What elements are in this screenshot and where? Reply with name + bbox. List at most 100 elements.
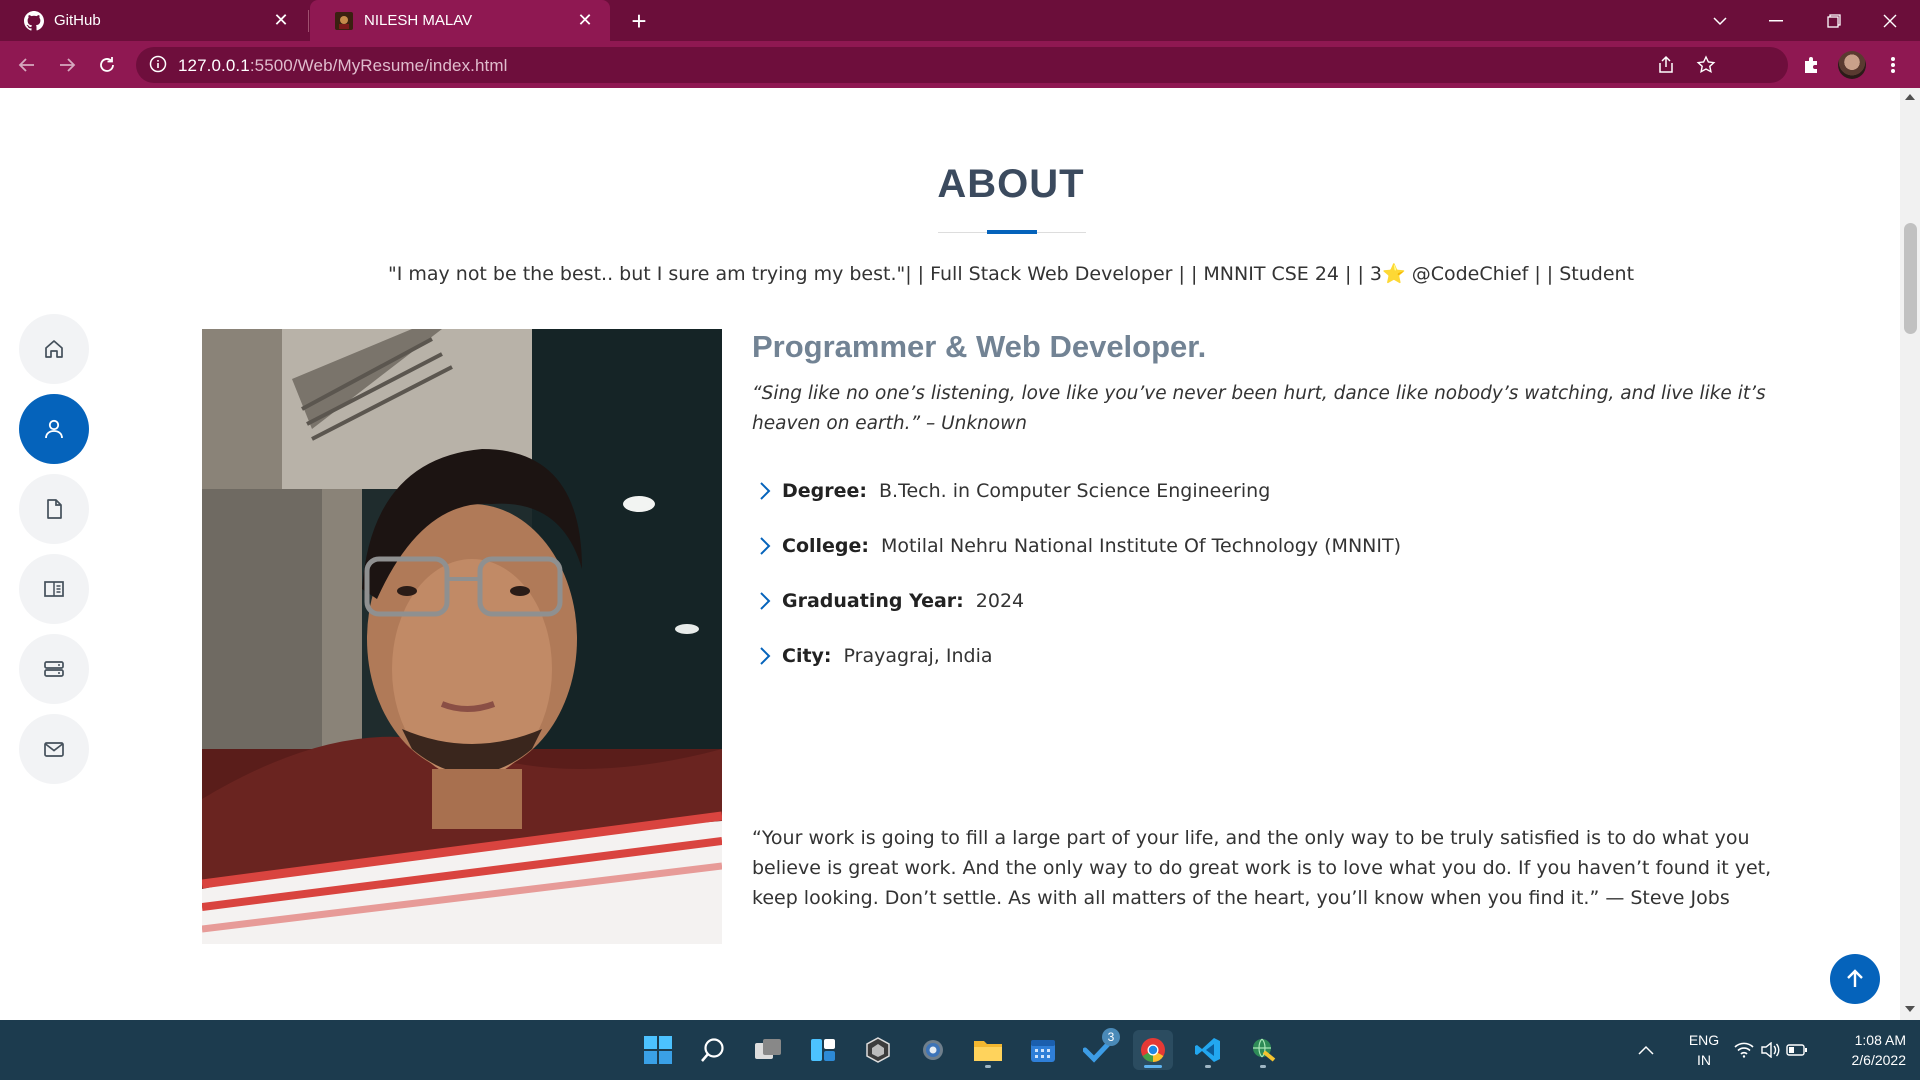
back-to-top-button[interactable] bbox=[1830, 954, 1880, 1004]
tab-github[interactable]: GitHub ✕ bbox=[0, 0, 306, 41]
quick-settings-button[interactable] bbox=[1734, 1020, 1810, 1080]
settings-app[interactable] bbox=[913, 1030, 953, 1070]
info-icon[interactable] bbox=[149, 55, 167, 77]
menu-button[interactable] bbox=[1876, 48, 1910, 82]
reload-button[interactable] bbox=[90, 48, 124, 82]
page-viewport: ABOUT "I may not be the best.. but I sur… bbox=[0, 88, 1900, 1020]
close-icon[interactable]: ✕ bbox=[270, 10, 292, 31]
scroll-down-arrow[interactable] bbox=[1905, 1006, 1915, 1012]
book-icon bbox=[44, 581, 64, 597]
chevron-down-icon bbox=[1713, 16, 1727, 25]
extensions-button[interactable] bbox=[1795, 48, 1829, 82]
nav-resume[interactable] bbox=[19, 474, 89, 544]
fact-value: Motilal Nehru National Institute Of Tech… bbox=[881, 535, 1401, 557]
task-view-icon bbox=[755, 1039, 781, 1059]
fact-degree: Degree: B.Tech. in Computer Science Engi… bbox=[754, 480, 1270, 502]
nav-portfolio[interactable] bbox=[19, 554, 89, 624]
file-explorer-app[interactable] bbox=[968, 1030, 1008, 1070]
star-icon[interactable] bbox=[1696, 55, 1716, 79]
restore-icon bbox=[1827, 13, 1841, 28]
battery-icon bbox=[1786, 1044, 1807, 1056]
fact-label: Degree: bbox=[782, 480, 867, 502]
share-icon[interactable] bbox=[1656, 55, 1676, 79]
close-window-button[interactable] bbox=[1862, 0, 1918, 41]
about-tagline: "I may not be the best.. but I sure am t… bbox=[387, 263, 1635, 285]
closing-quote: “Your work is going to fill a large part… bbox=[752, 827, 1772, 909]
chrome-icon bbox=[1141, 1038, 1165, 1062]
start-button[interactable] bbox=[638, 1030, 678, 1070]
fact-label: College: bbox=[782, 535, 869, 557]
forward-button[interactable] bbox=[50, 48, 84, 82]
fact-label: City: bbox=[782, 645, 832, 667]
running-indicator bbox=[1144, 1065, 1162, 1068]
minimize-icon bbox=[1769, 19, 1783, 21]
tab-divider bbox=[308, 10, 309, 32]
nav-contact[interactable] bbox=[19, 714, 89, 784]
chevron-right-icon bbox=[760, 537, 771, 555]
fact-label: Graduating Year: bbox=[782, 590, 964, 612]
tab-strip: GitHub ✕ NILESH MALAV ✕ + bbox=[0, 0, 1920, 41]
title-accent-bar bbox=[987, 230, 1037, 234]
show-hidden-icons-button[interactable] bbox=[1638, 1020, 1654, 1080]
close-icon[interactable]: ✕ bbox=[574, 10, 596, 31]
new-tab-button[interactable]: + bbox=[622, 4, 656, 38]
tab-title: GitHub bbox=[54, 12, 101, 29]
unity-icon bbox=[866, 1037, 890, 1063]
scroll-up-arrow[interactable] bbox=[1905, 94, 1915, 100]
arrow-left-icon bbox=[18, 58, 34, 72]
url-path: :5500/Web/MyResume/index.html bbox=[249, 56, 508, 75]
arrow-up-icon bbox=[1847, 969, 1863, 987]
windows-taskbar: 3 ENG IN 1:08 AM 2/6/2022 bbox=[0, 1020, 1920, 1080]
url-host: 127.0.0.1 bbox=[178, 56, 250, 75]
nav-services[interactable] bbox=[19, 634, 89, 704]
home-icon bbox=[45, 340, 63, 358]
wifi-icon bbox=[1734, 1042, 1754, 1058]
task-view-button[interactable] bbox=[748, 1030, 788, 1070]
network-app[interactable] bbox=[1243, 1030, 1283, 1070]
reload-icon bbox=[100, 57, 114, 72]
search-button[interactable] bbox=[693, 1030, 733, 1070]
nav-home[interactable] bbox=[19, 314, 89, 384]
nav-about[interactable] bbox=[19, 394, 89, 464]
profile-button[interactable] bbox=[1835, 48, 1869, 82]
clock-date: 2/6/2022 bbox=[1851, 1052, 1907, 1068]
tab-search-button[interactable] bbox=[1692, 0, 1748, 41]
arrow-right-icon bbox=[60, 58, 76, 72]
github-icon bbox=[24, 10, 44, 31]
chrome-app[interactable] bbox=[1133, 1030, 1173, 1070]
todo-app[interactable]: 3 bbox=[1078, 1028, 1120, 1070]
unity-app[interactable] bbox=[858, 1030, 898, 1070]
input-language-indicator[interactable]: ENG IN bbox=[1683, 1020, 1725, 1080]
back-button[interactable] bbox=[10, 48, 44, 82]
clock[interactable]: 1:08 AM 2/6/2022 bbox=[1826, 1020, 1907, 1080]
url-text: 127.0.0.1:5500/Web/MyResume/index.html bbox=[178, 56, 508, 76]
minimize-button[interactable] bbox=[1748, 0, 1804, 41]
chevron-right-icon bbox=[760, 592, 771, 610]
tab-title: NILESH MALAV bbox=[364, 12, 473, 29]
avatar bbox=[1838, 51, 1866, 79]
fact-value: B.Tech. in Computer Science Engineering bbox=[879, 480, 1271, 502]
restore-button[interactable] bbox=[1806, 0, 1862, 41]
running-indicator bbox=[1205, 1065, 1211, 1068]
scroll-thumb[interactable] bbox=[1904, 223, 1917, 334]
address-bar[interactable]: 127.0.0.1:5500/Web/MyResume/index.html bbox=[136, 47, 1788, 83]
calendar-app[interactable] bbox=[1023, 1030, 1063, 1070]
windows-icon bbox=[644, 1036, 672, 1064]
globe-icon bbox=[1253, 1038, 1276, 1062]
running-indicator bbox=[985, 1065, 991, 1068]
fact-value: 2024 bbox=[975, 590, 1025, 612]
page-scrollbar[interactable] bbox=[1900, 88, 1920, 1020]
vscode-app[interactable] bbox=[1188, 1030, 1228, 1070]
widgets-button[interactable] bbox=[803, 1030, 843, 1070]
running-indicator bbox=[1260, 1065, 1266, 1068]
language-label: ENG bbox=[1688, 1032, 1720, 1048]
envelope-icon bbox=[44, 742, 64, 757]
region-label: IN bbox=[1697, 1052, 1711, 1068]
section-title: ABOUT bbox=[937, 162, 1085, 206]
about-heading: Programmer & Web Developer. bbox=[752, 329, 1207, 364]
server-icon bbox=[44, 661, 64, 677]
file-icon bbox=[47, 499, 62, 519]
tab-nilesh-malav[interactable]: NILESH MALAV ✕ bbox=[310, 0, 610, 41]
puzzle-icon bbox=[1805, 57, 1817, 73]
gear-icon bbox=[923, 1040, 943, 1060]
